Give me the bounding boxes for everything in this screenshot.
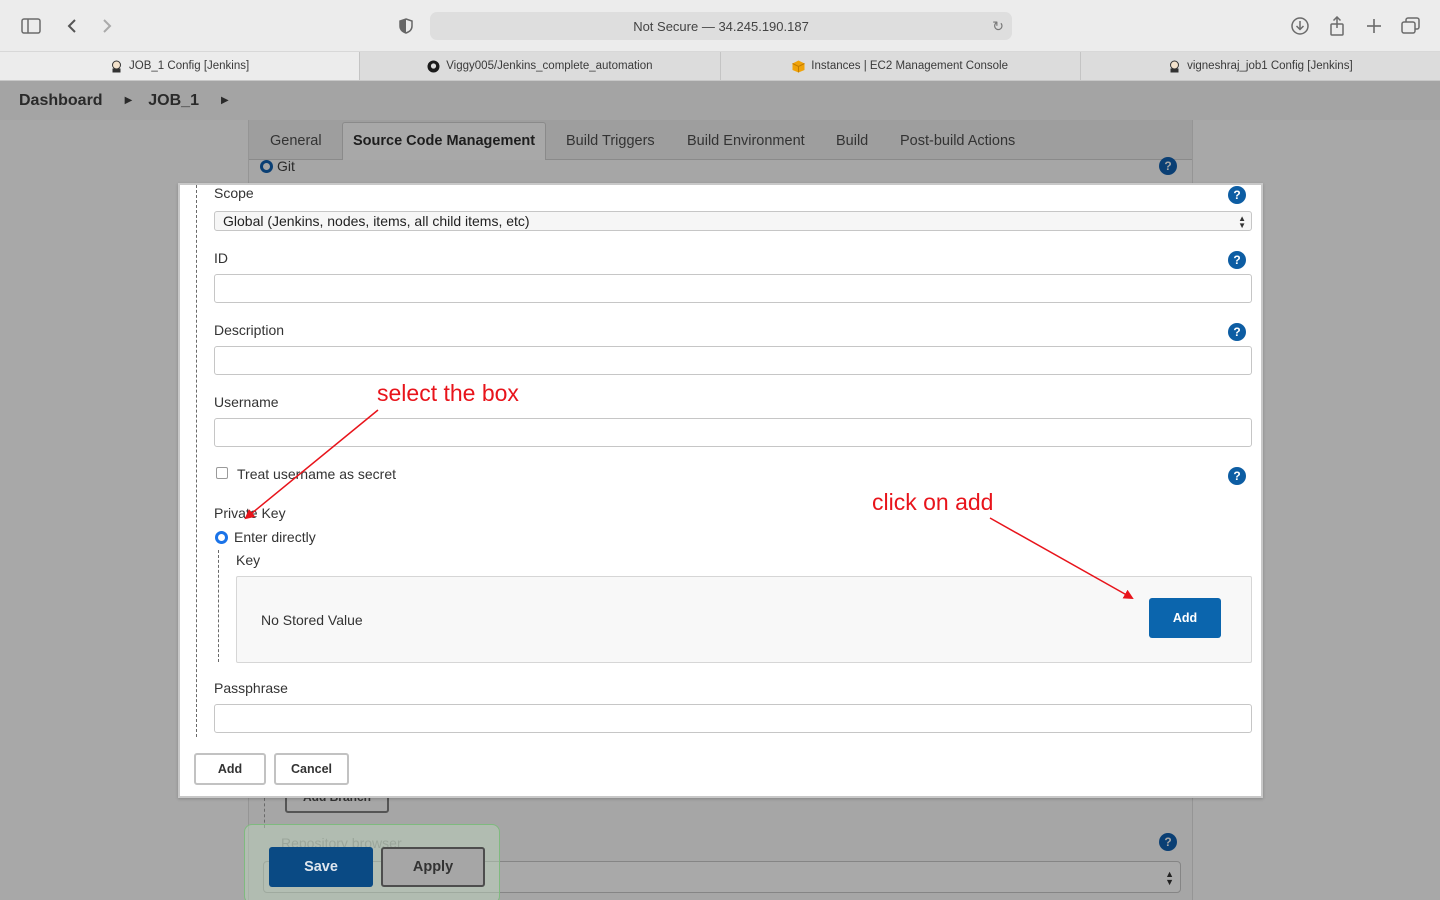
id-label: ID bbox=[214, 250, 228, 266]
no-stored-value-text: No Stored Value bbox=[261, 612, 363, 628]
jenkins-icon bbox=[1168, 60, 1181, 73]
tab-build-triggers[interactable]: Build Triggers bbox=[566, 133, 655, 149]
select-arrows-icon: ▲ ▼ bbox=[1238, 214, 1246, 230]
download-icon[interactable] bbox=[1288, 14, 1312, 38]
tab-label: vigneshraj_job1 Config [Jenkins] bbox=[1187, 60, 1353, 72]
jenkins-icon bbox=[110, 60, 123, 73]
select-arrows-icon: ▲ ▼ bbox=[1165, 869, 1174, 887]
annotation-click-add: click on add bbox=[872, 489, 994, 515]
annotation-select-box: select the box bbox=[377, 380, 519, 406]
help-icon[interactable]: ? bbox=[1159, 157, 1177, 175]
browser-tab-strip: JOB_1 Config [Jenkins] Viggy005/Jenkins_… bbox=[0, 52, 1440, 81]
git-radio[interactable] bbox=[260, 159, 273, 173]
help-icon[interactable]: ? bbox=[1228, 251, 1246, 269]
dialog-cancel-button[interactable]: Cancel bbox=[274, 753, 349, 785]
save-button[interactable]: Save bbox=[269, 847, 373, 887]
browser-tab-job1-config[interactable]: JOB_1 Config [Jenkins] bbox=[0, 52, 361, 80]
help-icon[interactable]: ? bbox=[1228, 323, 1246, 341]
tab-source-code-management[interactable]: Source Code Management bbox=[342, 122, 547, 160]
tab-general[interactable]: General bbox=[270, 133, 322, 149]
private-key-label: Private Key bbox=[214, 505, 286, 521]
browser-tab-github[interactable]: Viggy005/Jenkins_complete_automation bbox=[360, 52, 721, 80]
tab-label: Viggy005/Jenkins_complete_automation bbox=[446, 60, 653, 72]
tab-label: JOB_1 Config [Jenkins] bbox=[129, 60, 250, 72]
config-tab-bar: General Source Code Management Build Tri… bbox=[249, 120, 1192, 160]
sidebar-toggle-icon[interactable] bbox=[19, 14, 43, 38]
git-radio-row[interactable]: Git bbox=[260, 158, 295, 174]
breadcrumb: Dashboard ▶ JOB_1 ▶ bbox=[0, 81, 1440, 120]
username-label: Username bbox=[214, 394, 279, 410]
treat-username-secret-label[interactable]: Treat username as secret bbox=[237, 466, 396, 482]
dialog-section-divider bbox=[196, 185, 197, 737]
help-icon[interactable]: ? bbox=[1159, 833, 1177, 851]
tab-build-environment[interactable]: Build Environment bbox=[687, 133, 805, 149]
key-value-box: No Stored Value bbox=[236, 576, 1252, 663]
address-text: Not Secure — 34.245.190.187 bbox=[633, 18, 809, 34]
passphrase-label: Passphrase bbox=[214, 680, 288, 696]
passphrase-input[interactable] bbox=[214, 704, 1252, 733]
browser-tab-vigneshraj-job1[interactable]: vigneshraj_job1 Config [Jenkins] bbox=[1081, 52, 1440, 80]
enter-directly-label[interactable]: Enter directly bbox=[234, 529, 316, 545]
tab-build[interactable]: Build bbox=[836, 133, 868, 149]
share-icon[interactable] bbox=[1325, 14, 1349, 38]
breadcrumb-chevron-icon[interactable]: ▶ bbox=[221, 95, 229, 106]
add-key-button[interactable]: Add bbox=[1149, 598, 1221, 638]
scope-label: Scope bbox=[214, 185, 254, 201]
enter-directly-radio[interactable] bbox=[215, 531, 228, 544]
reload-icon[interactable]: ↻ bbox=[992, 18, 1004, 35]
key-section-divider bbox=[218, 550, 219, 662]
username-input[interactable] bbox=[214, 418, 1252, 447]
address-bar[interactable]: Not Secure — 34.245.190.187 ↻ bbox=[430, 12, 1012, 40]
github-icon bbox=[427, 60, 440, 73]
tab-overview-icon[interactable] bbox=[1399, 14, 1423, 38]
description-input[interactable] bbox=[214, 346, 1252, 375]
tab-post-build-actions[interactable]: Post-build Actions bbox=[900, 133, 1015, 149]
scope-select[interactable]: Global (Jenkins, nodes, items, all child… bbox=[214, 211, 1252, 231]
browser-tab-ec2[interactable]: Instances | EC2 Management Console bbox=[721, 52, 1081, 80]
help-icon[interactable]: ? bbox=[1228, 467, 1246, 485]
dialog-add-button[interactable]: Add bbox=[194, 753, 266, 785]
breadcrumb-job[interactable]: JOB_1 bbox=[148, 92, 199, 110]
help-icon[interactable]: ? bbox=[1228, 186, 1246, 204]
breadcrumb-chevron-icon[interactable]: ▶ bbox=[125, 95, 133, 106]
treat-username-secret-checkbox[interactable] bbox=[216, 467, 228, 479]
breadcrumb-dashboard[interactable]: Dashboard bbox=[19, 92, 103, 110]
apply-button[interactable]: Apply bbox=[381, 847, 485, 887]
back-icon[interactable] bbox=[60, 14, 84, 38]
privacy-shield-icon[interactable] bbox=[394, 14, 418, 38]
description-label: Description bbox=[214, 322, 285, 338]
tab-label: Instances | EC2 Management Console bbox=[811, 60, 1008, 72]
scope-value: Global (Jenkins, nodes, items, all child… bbox=[223, 213, 530, 229]
aws-icon bbox=[792, 60, 806, 73]
key-label: Key bbox=[236, 552, 261, 568]
forward-icon[interactable] bbox=[95, 14, 119, 38]
id-input[interactable] bbox=[214, 274, 1252, 303]
browser-toolbar: Not Secure — 34.245.190.187 ↻ bbox=[0, 0, 1440, 52]
git-label: Git bbox=[277, 158, 295, 174]
new-tab-icon[interactable] bbox=[1362, 14, 1386, 38]
add-credentials-dialog: Scope ? Global (Jenkins, nodes, items, a… bbox=[178, 183, 1263, 798]
